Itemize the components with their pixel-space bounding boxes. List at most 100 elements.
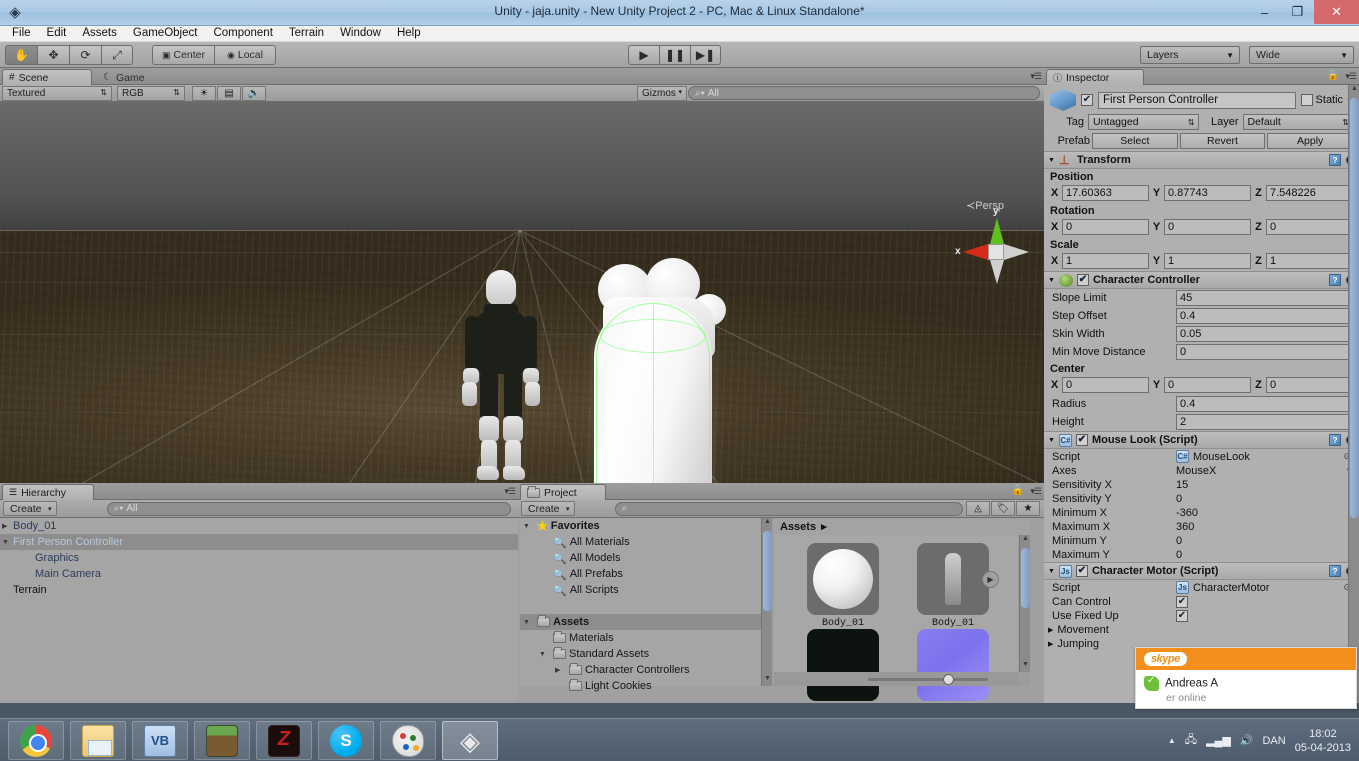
- axis-input-y[interactable]: 1: [1164, 253, 1251, 269]
- static-checkbox[interactable]: [1300, 94, 1313, 106]
- component-header[interactable]: ▼✔Character Controller?⚙: [1044, 271, 1359, 289]
- triangle-right-icon[interactable]: ▶: [2, 522, 13, 530]
- breadcrumb[interactable]: Assets ▸: [774, 518, 1030, 535]
- asset-item[interactable]: Body_01: [788, 543, 898, 629]
- menu-assets[interactable]: Assets: [74, 26, 125, 41]
- asset-grid-scrollbar[interactable]: ▲ ▼: [1019, 535, 1030, 672]
- project-tree-item[interactable]: ▶ Character Controllers: [520, 662, 771, 678]
- component-header[interactable]: ▼Js✔Character Motor (Script)?⚙: [1044, 562, 1359, 580]
- hierarchy-item[interactable]: Main Camera: [0, 566, 518, 582]
- gameobject-name-input[interactable]: First Person Controller: [1098, 91, 1296, 109]
- tab-hierarchy[interactable]: ☰ Hierarchy: [2, 484, 94, 500]
- menu-edit[interactable]: Edit: [39, 26, 75, 41]
- gameobject-enabled-checkbox[interactable]: ✔: [1081, 94, 1093, 106]
- triangle-down-icon[interactable]: ▼: [1048, 568, 1055, 575]
- property-input[interactable]: 0: [1176, 344, 1353, 360]
- project-tree-item[interactable]: 🔍 All Models: [520, 550, 771, 566]
- clock[interactable]: 18:02 05-04-2013: [1295, 727, 1351, 755]
- project-tree-item[interactable]: Light Cookies: [520, 678, 771, 694]
- skype-contact-row[interactable]: Andreas A: [1144, 675, 1348, 691]
- gizmo-negy-axis[interactable]: [990, 260, 1004, 284]
- property-value[interactable]: 0: [1176, 549, 1353, 561]
- asset-thumbnail[interactable]: ▶: [917, 543, 999, 615]
- pivot-center-button[interactable]: ▣ Center: [152, 45, 214, 65]
- property-input[interactable]: 45: [1176, 290, 1353, 306]
- lock-icon[interactable]: 🔒: [1012, 485, 1024, 496]
- gizmos-dropdown[interactable]: Gizmos ▾: [637, 85, 687, 101]
- network-bars-icon[interactable]: ▂▄▆: [1206, 734, 1231, 747]
- taskbar-app-file-explorer[interactable]: [70, 721, 126, 760]
- help-book-icon[interactable]: ?: [1329, 274, 1342, 286]
- taskbar-app-zombie-game[interactable]: [256, 721, 312, 760]
- usb-icon[interactable]: 🖧: [1185, 731, 1197, 750]
- project-tree-item[interactable]: ▼ Standard Assets: [520, 646, 771, 662]
- property-input[interactable]: 0.4: [1176, 308, 1353, 324]
- component-enabled-checkbox[interactable]: ✔: [1075, 434, 1088, 446]
- hierarchy-tree[interactable]: ▶ Body_01 ▼ First Person Controller Graphics…: [0, 518, 518, 700]
- panel-menu-icon[interactable]: ▾☰: [504, 486, 516, 497]
- first-person-controller-capsule[interactable]: [594, 301, 712, 483]
- prefab-revert-button[interactable]: Revert: [1179, 133, 1266, 149]
- hierarchy-search-input[interactable]: ⌕▾ All: [106, 501, 511, 516]
- sun-icon[interactable]: ☀: [192, 85, 216, 101]
- property-value[interactable]: 360: [1176, 521, 1353, 533]
- create-button[interactable]: Create: [521, 501, 575, 516]
- tag-dropdown[interactable]: Untagged ⇅: [1088, 114, 1199, 130]
- gizmo-z-axis[interactable]: [1004, 244, 1029, 260]
- asset-item[interactable]: [788, 629, 898, 704]
- asset-item[interactable]: [898, 629, 1008, 704]
- help-book-icon[interactable]: ?: [1329, 434, 1342, 446]
- panel-menu-icon[interactable]: ▾☰: [1030, 486, 1042, 497]
- show-hidden-icons-icon[interactable]: ▲: [1168, 736, 1176, 745]
- close-button[interactable]: ✕: [1314, 0, 1359, 24]
- component-header[interactable]: ▼C#✔Mouse Look (Script)?⚙: [1044, 431, 1359, 449]
- property-enum-dropdown[interactable]: MouseX⇅: [1176, 465, 1353, 477]
- minimize-button[interactable]: –: [1248, 0, 1281, 24]
- property-value[interactable]: -360: [1176, 507, 1353, 519]
- help-book-icon[interactable]: ?: [1329, 154, 1342, 166]
- triangle-down-icon[interactable]: ▼: [1048, 437, 1055, 444]
- hierarchy-item[interactable]: Terrain: [0, 582, 518, 598]
- rotate-tool[interactable]: ⟳: [69, 45, 101, 65]
- triangle-down-icon[interactable]: ▼: [1048, 157, 1055, 164]
- project-tree-item[interactable]: ▼ ★ Favorites: [520, 518, 771, 534]
- tab-inspector[interactable]: ⓘ Inspector: [1046, 69, 1144, 85]
- property-input[interactable]: 0.4: [1176, 396, 1353, 412]
- component-header[interactable]: ▼⊥Transform?⚙: [1044, 151, 1359, 169]
- layers-dropdown[interactable]: Layers ▼: [1140, 46, 1240, 64]
- asset-grid[interactable]: Body_01 ▶ Body_01: [774, 535, 1018, 701]
- gizmo-y-axis[interactable]: [990, 218, 1004, 244]
- project-tree-item[interactable]: ▼ Assets: [520, 614, 771, 630]
- tab-scene[interactable]: # Scene: [2, 69, 92, 85]
- triangle-down-icon[interactable]: ▼: [539, 651, 550, 658]
- menu-gameobject[interactable]: GameObject: [125, 26, 206, 41]
- axis-input-z[interactable]: 0: [1266, 219, 1353, 235]
- menu-window[interactable]: Window: [332, 26, 389, 41]
- prefab-apply-button[interactable]: Apply: [1267, 133, 1354, 149]
- triangle-down-icon[interactable]: ▼: [523, 523, 534, 530]
- axis-input-x[interactable]: 17.60363: [1062, 185, 1149, 201]
- skype-notification-popup[interactable]: skype Andreas A er online: [1135, 647, 1357, 709]
- project-tree-item[interactable]: 🔍 All Prefabs: [520, 566, 771, 582]
- scene-viewport[interactable]: y x ≺Persp: [0, 102, 1044, 483]
- layout-dropdown[interactable]: Wide ▼: [1249, 46, 1354, 64]
- project-folder-tree[interactable]: ▼ ★ Favorites 🔍 All Materials 🔍 All Models 🔍 All…: [520, 518, 772, 692]
- projection-mode-label[interactable]: ≺Persp: [966, 199, 1004, 212]
- axis-input-z[interactable]: 7.548226: [1266, 185, 1353, 201]
- property-foldout[interactable]: ▶ Movement: [1044, 623, 1359, 637]
- axis-input-x[interactable]: 0: [1062, 377, 1149, 393]
- language-indicator[interactable]: DAN: [1262, 735, 1285, 747]
- axis-input-y[interactable]: 0: [1164, 377, 1251, 393]
- menu-file[interactable]: File: [4, 26, 39, 41]
- property-value[interactable]: 15: [1176, 479, 1353, 491]
- asset-thumbnail[interactable]: [917, 629, 989, 701]
- component-enabled-checkbox[interactable]: ✔: [1076, 274, 1089, 286]
- filter-by-label-icon[interactable]: 🏷: [991, 501, 1015, 516]
- pivot-local-button[interactable]: ◉ Local: [214, 45, 276, 65]
- asset-thumbnail[interactable]: [807, 629, 879, 701]
- triangle-right-icon[interactable]: ▶: [555, 666, 566, 674]
- play-button[interactable]: ▶: [628, 45, 659, 65]
- property-input[interactable]: 2: [1176, 414, 1353, 430]
- filter-by-type-icon[interactable]: ◬: [966, 501, 990, 516]
- lock-icon[interactable]: 🔒: [1327, 70, 1339, 81]
